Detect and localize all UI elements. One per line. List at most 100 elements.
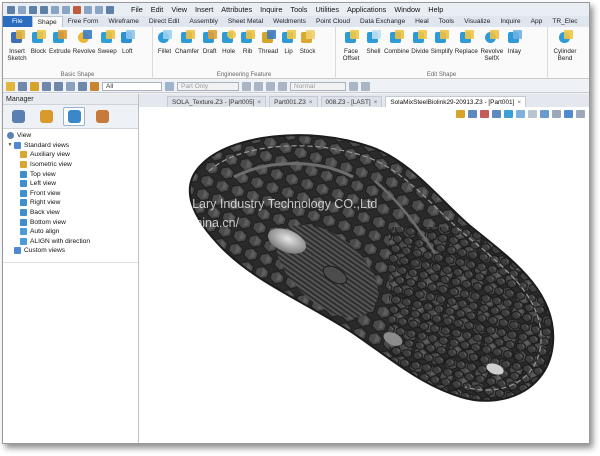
- doc-tab-part001[interactable]: Part001.Z3 ×: [269, 96, 318, 107]
- 3d-viewport[interactable]: Ningbo Lary Industry Technology CO.,Ltd …: [139, 107, 590, 444]
- star-icon[interactable]: [30, 81, 39, 91]
- pencil-icon: [39, 110, 53, 123]
- group-basic-shape: Insert Sketch Block Extrude Revolve Swee…: [3, 27, 153, 79]
- collapse-icon[interactable]: ▼: [7, 142, 13, 148]
- menu-file[interactable]: File: [131, 5, 143, 14]
- filter-select[interactable]: All: [102, 81, 162, 91]
- menu-help[interactable]: Help: [428, 5, 443, 14]
- tab-data-exchange[interactable]: Data Exchange: [355, 16, 410, 27]
- tree-node-auxiliary-view[interactable]: Auxiliary view: [3, 150, 138, 160]
- tab-weldments[interactable]: Weldments: [268, 16, 311, 27]
- menu-utilities[interactable]: Utilities: [315, 5, 339, 14]
- tab-free-form[interactable]: Free Form: [63, 16, 104, 27]
- snap-icon[interactable]: [254, 81, 263, 91]
- quick-access-toolbar: [3, 5, 131, 14]
- stock-icon: [299, 29, 316, 46]
- shell-icon: [365, 29, 382, 46]
- menu-view[interactable]: View: [171, 5, 187, 14]
- tab-history[interactable]: [7, 107, 29, 126]
- tab-file[interactable]: File: [3, 16, 32, 27]
- menu-inquire[interactable]: Inquire: [260, 5, 282, 14]
- tab-shape[interactable]: Shape: [31, 16, 63, 27]
- tree-node-align-direction[interactable]: ALIGN with direction: [3, 237, 138, 247]
- extrude-icon: [51, 29, 68, 46]
- close-icon[interactable]: ×: [257, 99, 261, 106]
- model-icon[interactable]: [42, 81, 51, 91]
- thread-icon: [260, 29, 277, 46]
- tree-node-back-view[interactable]: Back view: [3, 208, 138, 218]
- view-tree: View ▼ Standard views Auxiliary view Isom…: [3, 129, 138, 263]
- cube-view-icon: [20, 209, 27, 217]
- tab-inquire[interactable]: Inquire: [495, 16, 525, 27]
- tree-node-auto-align[interactable]: Auto align: [3, 227, 138, 237]
- tree-node-custom-views[interactable]: Custom views: [3, 246, 138, 256]
- doc-tab-sola-texture[interactable]: SOLA_Texture.Z3 - [Part005] ×: [167, 96, 267, 107]
- display-icon[interactable]: [278, 81, 287, 91]
- folder-icon: [14, 247, 21, 255]
- close-icon[interactable]: ×: [309, 99, 313, 106]
- render-mode-select[interactable]: Normal: [290, 81, 346, 91]
- revolve-selfx-icon: [483, 29, 500, 46]
- delete-icon[interactable]: [73, 5, 81, 14]
- tree-node-standard-views[interactable]: ▼ Standard views: [3, 141, 138, 151]
- close-icon[interactable]: ×: [517, 99, 521, 106]
- layer-icon[interactable]: [54, 81, 63, 91]
- tab-tools[interactable]: Tools: [434, 16, 459, 27]
- cut-icon[interactable]: [62, 5, 70, 14]
- loft-icon: [119, 29, 136, 46]
- manager-title: Manager: [3, 94, 138, 105]
- tab-properties[interactable]: [35, 107, 57, 126]
- menu-applications[interactable]: Applications: [347, 5, 386, 14]
- tree-node-top-view[interactable]: Top view: [3, 169, 138, 179]
- pick-filter-icon[interactable]: [18, 81, 27, 91]
- print-icon[interactable]: [51, 5, 59, 14]
- menu-insert[interactable]: Insert: [195, 5, 213, 14]
- undo-icon[interactable]: [84, 5, 92, 14]
- open-file-icon[interactable]: [29, 5, 37, 14]
- menu-edit[interactable]: Edit: [151, 5, 164, 14]
- tree-node-right-view[interactable]: Right view: [3, 198, 138, 208]
- tab-direct-edit[interactable]: Direct Edit: [144, 16, 184, 27]
- tab-view-manager[interactable]: [63, 107, 85, 126]
- grid-icon[interactable]: [66, 81, 75, 91]
- tab-app[interactable]: App: [526, 16, 548, 27]
- tab-tr-elec[interactable]: TR_Elec: [547, 16, 582, 27]
- filter-options-icon[interactable]: [165, 81, 174, 91]
- tab-heal[interactable]: Heal: [410, 16, 434, 27]
- align-icon[interactable]: [266, 81, 275, 91]
- menu-attributes[interactable]: Attributes: [221, 5, 252, 14]
- color-icon[interactable]: [90, 81, 99, 91]
- tab-point-cloud[interactable]: Point Cloud: [311, 16, 355, 27]
- tree-node-isometric-view[interactable]: Isometric view: [3, 160, 138, 170]
- doc-tab-solamix-active[interactable]: SolaMixSteelBiolink29-20913.Z3 - [Part00…: [385, 96, 527, 107]
- part-scope-select[interactable]: Part Only: [177, 81, 239, 91]
- tree-node-bottom-view[interactable]: Bottom view: [3, 217, 138, 227]
- light-icon[interactable]: [361, 81, 370, 91]
- menu-tools[interactable]: Tools: [290, 5, 307, 14]
- scope-icon[interactable]: [242, 81, 251, 91]
- select-pointer-icon[interactable]: [6, 81, 15, 91]
- doc-tab-008[interactable]: 008.Z3 - [LAST] ×: [320, 96, 383, 107]
- draft-icon: [201, 29, 218, 46]
- new-file-icon[interactable]: [18, 5, 26, 14]
- cylinder-bend-button[interactable]: Cylinder Bend: [551, 29, 579, 79]
- close-icon[interactable]: ×: [374, 99, 378, 106]
- auto-align-icon: [20, 228, 27, 236]
- tab-wireframe[interactable]: Wireframe: [103, 16, 143, 27]
- group-title-basic-shape: Basic Shape: [60, 72, 95, 78]
- tree-node-left-view[interactable]: Left view: [3, 179, 138, 189]
- app-logo-icon[interactable]: [7, 5, 15, 14]
- redo-icon[interactable]: [95, 5, 103, 14]
- dimension-icon[interactable]: [78, 81, 87, 91]
- tab-sheet-metal[interactable]: Sheet Metal: [223, 16, 268, 27]
- tab-assembly[interactable]: Assembly: [184, 16, 223, 27]
- tab-library[interactable]: [91, 107, 113, 126]
- render-options-icon[interactable]: [349, 81, 358, 91]
- tree-node-view[interactable]: View: [3, 131, 138, 141]
- tree-node-front-view[interactable]: Front view: [3, 189, 138, 199]
- shoe-sole-model[interactable]: [139, 107, 590, 444]
- tab-visualize[interactable]: Visualize: [459, 16, 495, 27]
- settings-gear-icon[interactable]: [106, 5, 114, 14]
- save-icon[interactable]: [40, 5, 48, 14]
- menu-window[interactable]: Window: [394, 5, 420, 14]
